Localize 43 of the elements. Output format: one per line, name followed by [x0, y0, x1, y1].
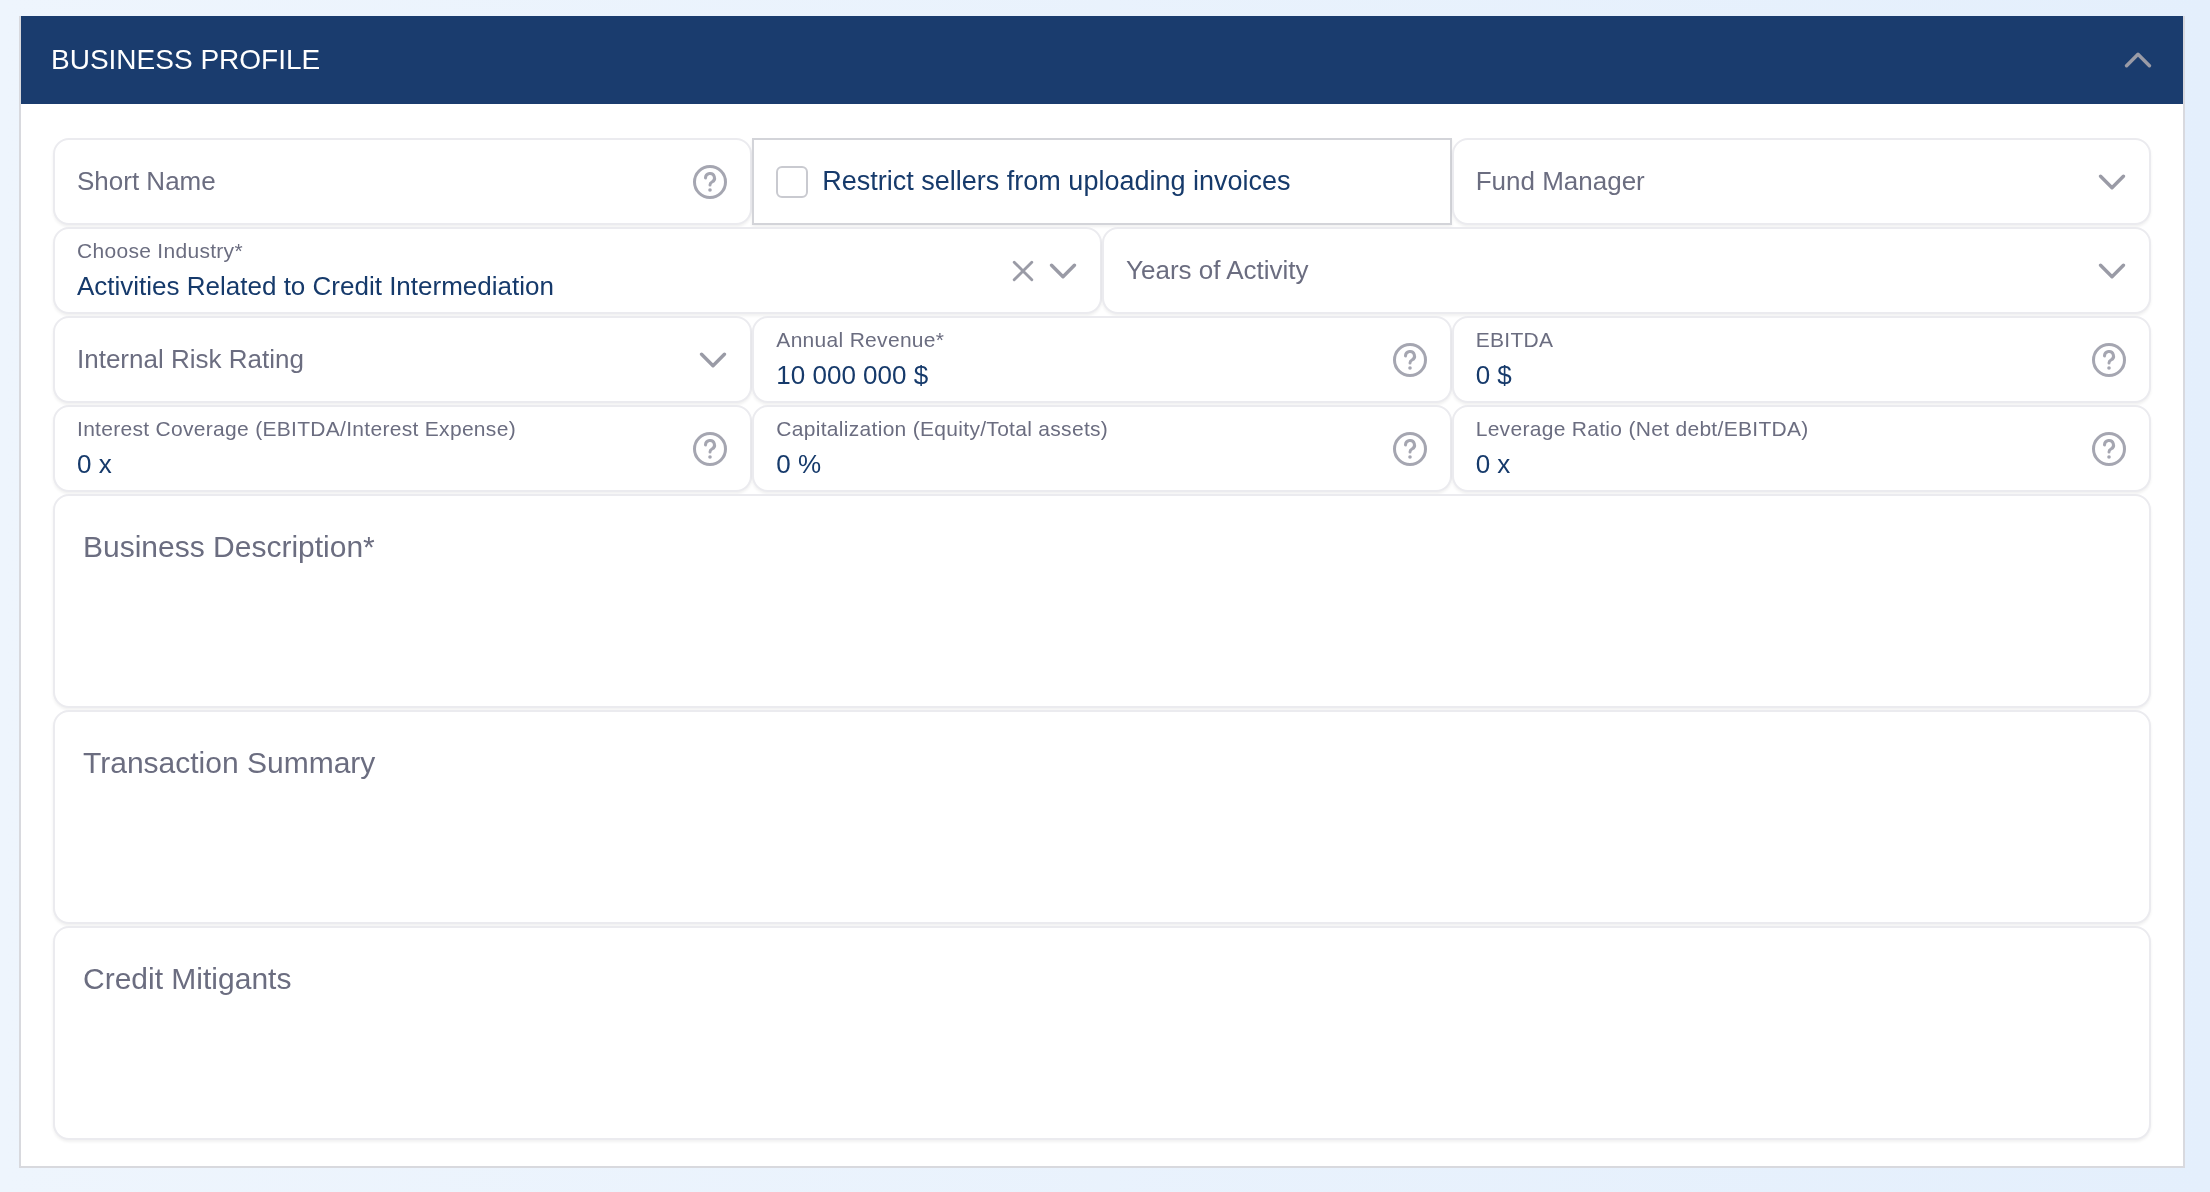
- field-placeholder: Short Name: [77, 165, 217, 198]
- checkbox[interactable]: [776, 165, 809, 198]
- chevron-down-icon[interactable]: [2097, 262, 2127, 279]
- help-icon[interactable]: [692, 163, 729, 200]
- field-label: Interest Coverage (EBITDA/Interest Expense): [77, 416, 517, 443]
- field-value: Activities Related to Credit Intermediation: [77, 269, 555, 303]
- field-label: Choose Industry*: [77, 238, 244, 265]
- clear-icon[interactable]: [1012, 259, 1034, 282]
- field-label: Capitalization (Equity/Total assets): [776, 416, 1110, 443]
- dropdown-field[interactable]: Choose Industry* Activities Related to Credit Intermediation: [53, 227, 1102, 314]
- field-label: Leverage Ratio (Net debt/EBITDA): [1475, 416, 1810, 443]
- field-placeholder: Fund Manager: [1475, 165, 1646, 198]
- dropdown-field[interactable]: Internal Risk Rating: [53, 316, 753, 403]
- field-placeholder: Internal Risk Rating: [77, 343, 305, 376]
- text-area[interactable]: Transaction Summary: [53, 710, 2151, 924]
- text-area[interactable]: Business Description*: [53, 494, 2151, 708]
- dropdown-field[interactable]: Years of Activity: [1102, 227, 2151, 314]
- chevron-down-icon[interactable]: [1048, 262, 1078, 279]
- text-field[interactable]: EBITDA 0 $: [1451, 316, 2151, 403]
- text-area[interactable]: Credit Mitigants: [53, 926, 2151, 1140]
- help-icon[interactable]: [1391, 430, 1428, 467]
- field-label: Annual Revenue*: [776, 327, 946, 354]
- text-field[interactable]: Annual Revenue* 10 000 000 $: [752, 316, 1452, 403]
- field-value: 10 000 000 $: [776, 358, 930, 392]
- field-placeholder: Years of Activity: [1126, 254, 1310, 287]
- chevron-up-icon[interactable]: [2123, 52, 2153, 68]
- help-icon[interactable]: [1391, 341, 1428, 378]
- field-value: 0 $: [1475, 358, 1513, 392]
- field-value: 0 x: [77, 447, 113, 481]
- text-field[interactable]: Capitalization (Equity/Total assets) 0 %: [752, 405, 1452, 492]
- dropdown-field[interactable]: Fund Manager: [1451, 138, 2151, 225]
- text-field[interactable]: Leverage Ratio (Net debt/EBITDA) 0 x: [1451, 405, 2151, 492]
- text-field[interactable]: Short Name: [53, 138, 753, 225]
- panel-title: BUSINESS PROFILE: [51, 43, 321, 77]
- chevron-down-icon[interactable]: [2097, 173, 2127, 190]
- field-value: 0 x: [1475, 447, 1512, 481]
- field-label: EBITDA: [1475, 327, 1555, 354]
- field-value: 0 %: [776, 447, 823, 481]
- chevron-down-icon[interactable]: [698, 351, 729, 368]
- help-icon[interactable]: [692, 430, 729, 467]
- text-field[interactable]: Interest Coverage (EBITDA/Interest Expense) 0 x: [53, 405, 753, 492]
- help-icon[interactable]: [2091, 341, 2127, 378]
- help-icon[interactable]: [2091, 430, 2127, 467]
